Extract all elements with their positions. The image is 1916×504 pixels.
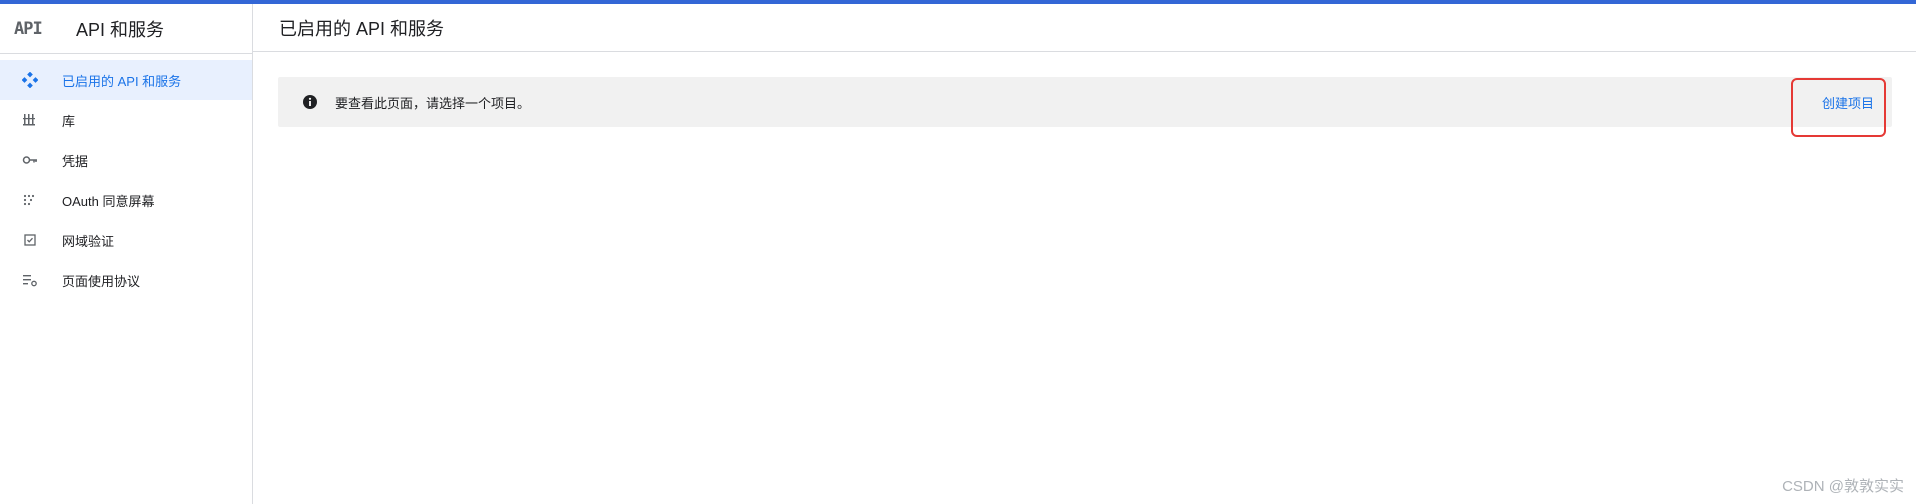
sidebar-item-label: OAuth 同意屏幕 [62, 193, 155, 209]
info-banner: 要查看此页面，请选择一个项目。 创建项目 [278, 77, 1892, 127]
library-icon [22, 112, 38, 128]
app-title: API 和服务 [76, 19, 165, 40]
api-logo: API [14, 18, 43, 39]
sidebar-item-library[interactable]: 库 [0, 100, 252, 140]
settings-list-icon [22, 272, 38, 288]
sidebar: API API 和服务 已启用的 API 和服务 库 凭据 OAuth 同意屏幕… [0, 4, 253, 504]
sidebar-item-domain-verification[interactable]: 网域验证 [0, 220, 252, 260]
sidebar-header: API API 和服务 [0, 4, 252, 54]
create-project-button[interactable]: 创建项目 [1822, 93, 1874, 112]
sidebar-nav: 已启用的 API 和服务 库 凭据 OAuth 同意屏幕 网域验证 页面使用协议 [0, 60, 252, 300]
sidebar-item-enabled-apis[interactable]: 已启用的 API 和服务 [0, 60, 252, 100]
sidebar-item-label: 凭据 [62, 153, 89, 169]
info-icon [303, 95, 317, 109]
sidebar-item-credentials[interactable]: 凭据 [0, 140, 252, 180]
sidebar-item-label: 网域验证 [62, 233, 115, 249]
sidebar-item-label: 页面使用协议 [62, 273, 141, 289]
api-diamond-icon [22, 72, 38, 88]
key-icon [22, 152, 38, 168]
page-title: 已启用的 API 和服务 [253, 4, 1916, 52]
consent-dots-icon [22, 192, 38, 208]
banner-message: 要查看此页面，请选择一个项目。 [335, 95, 531, 111]
main-content: 已启用的 API 和服务 要查看此页面，请选择一个项目。 创建项目 [253, 4, 1916, 504]
checkbox-icon [22, 232, 38, 248]
watermark: CSDN @敦敦实实 [1782, 478, 1904, 495]
sidebar-item-label: 库 [62, 113, 76, 129]
sidebar-item-label: 已启用的 API 和服务 [62, 73, 182, 89]
sidebar-item-oauth-consent[interactable]: OAuth 同意屏幕 [0, 180, 252, 220]
sidebar-item-page-usage[interactable]: 页面使用协议 [0, 260, 252, 300]
